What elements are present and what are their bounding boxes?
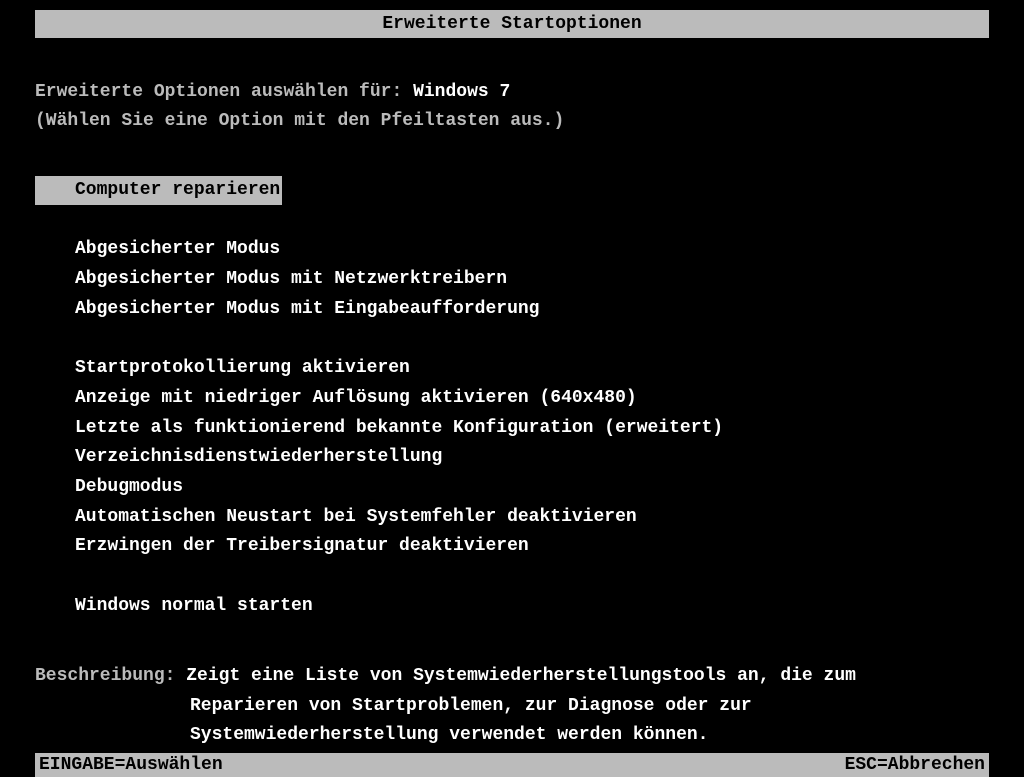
menu-item-repair[interactable]: Computer reparieren [35,176,282,206]
description-line-3: Systemwiederherstellung verwendet werden… [35,721,989,751]
menu-item-directory-restore[interactable]: Verzeichnisdienstwiederherstellung [75,443,989,473]
prompt-prefix: Erweiterte Optionen auswählen für: [35,82,413,102]
description-line-2: Reparieren von Startproblemen, zur Diagn… [35,692,989,722]
menu-group-4: Windows normal starten [35,592,989,622]
description-label: Beschreibung: [35,666,186,686]
description-block: Beschreibung: Zeigt eine Liste von Syste… [35,662,989,751]
menu-group-3: Startprotokollierung aktivieren Anzeige … [35,354,989,562]
menu-item-last-known-good[interactable]: Letzte als funktionierend bekannte Konfi… [75,414,989,444]
boot-menu-screen: Erweiterte Startoptionen Erweiterte Opti… [0,10,1024,777]
footer-enter-hint: EINGABE=Auswählen [39,755,223,775]
description-line-1: Zeigt eine Liste von Systemwiederherstel… [186,666,856,686]
menu-group-2: Abgesicherter Modus Abgesicherter Modus … [35,235,989,324]
content-area: Erweiterte Optionen auswählen für: Windo… [0,38,1024,751]
menu-item-boot-logging[interactable]: Startprotokollierung aktivieren [75,354,989,384]
prompt-line: Erweiterte Optionen auswählen für: Windo… [35,78,989,107]
instruction-line: (Wählen Sie eine Option mit den Pfeiltas… [35,107,989,136]
menu-item-safe-mode[interactable]: Abgesicherter Modus [75,235,989,265]
menu-item-disable-driver-sig[interactable]: Erzwingen der Treibersignatur deaktivier… [75,532,989,562]
page-title: Erweiterte Startoptionen [35,10,989,38]
menu-item-debug-mode[interactable]: Debugmodus [75,473,989,503]
menu-group-1: Computer reparieren [35,176,989,206]
menu-item-disable-auto-restart[interactable]: Automatischen Neustart bei Systemfehler … [75,503,989,533]
menu-item-safe-mode-cmd[interactable]: Abgesicherter Modus mit Eingabeaufforder… [75,295,989,325]
footer-esc-hint: ESC=Abbrechen [845,755,985,775]
footer-bar: EINGABE=Auswählen ESC=Abbrechen [35,753,989,777]
os-name: Windows 7 [413,82,510,102]
menu-item-safe-mode-network[interactable]: Abgesicherter Modus mit Netzwerktreibern [75,265,989,295]
menu-item-start-normal[interactable]: Windows normal starten [75,592,989,622]
menu-item-low-res[interactable]: Anzeige mit niedriger Auflösung aktivier… [75,384,989,414]
